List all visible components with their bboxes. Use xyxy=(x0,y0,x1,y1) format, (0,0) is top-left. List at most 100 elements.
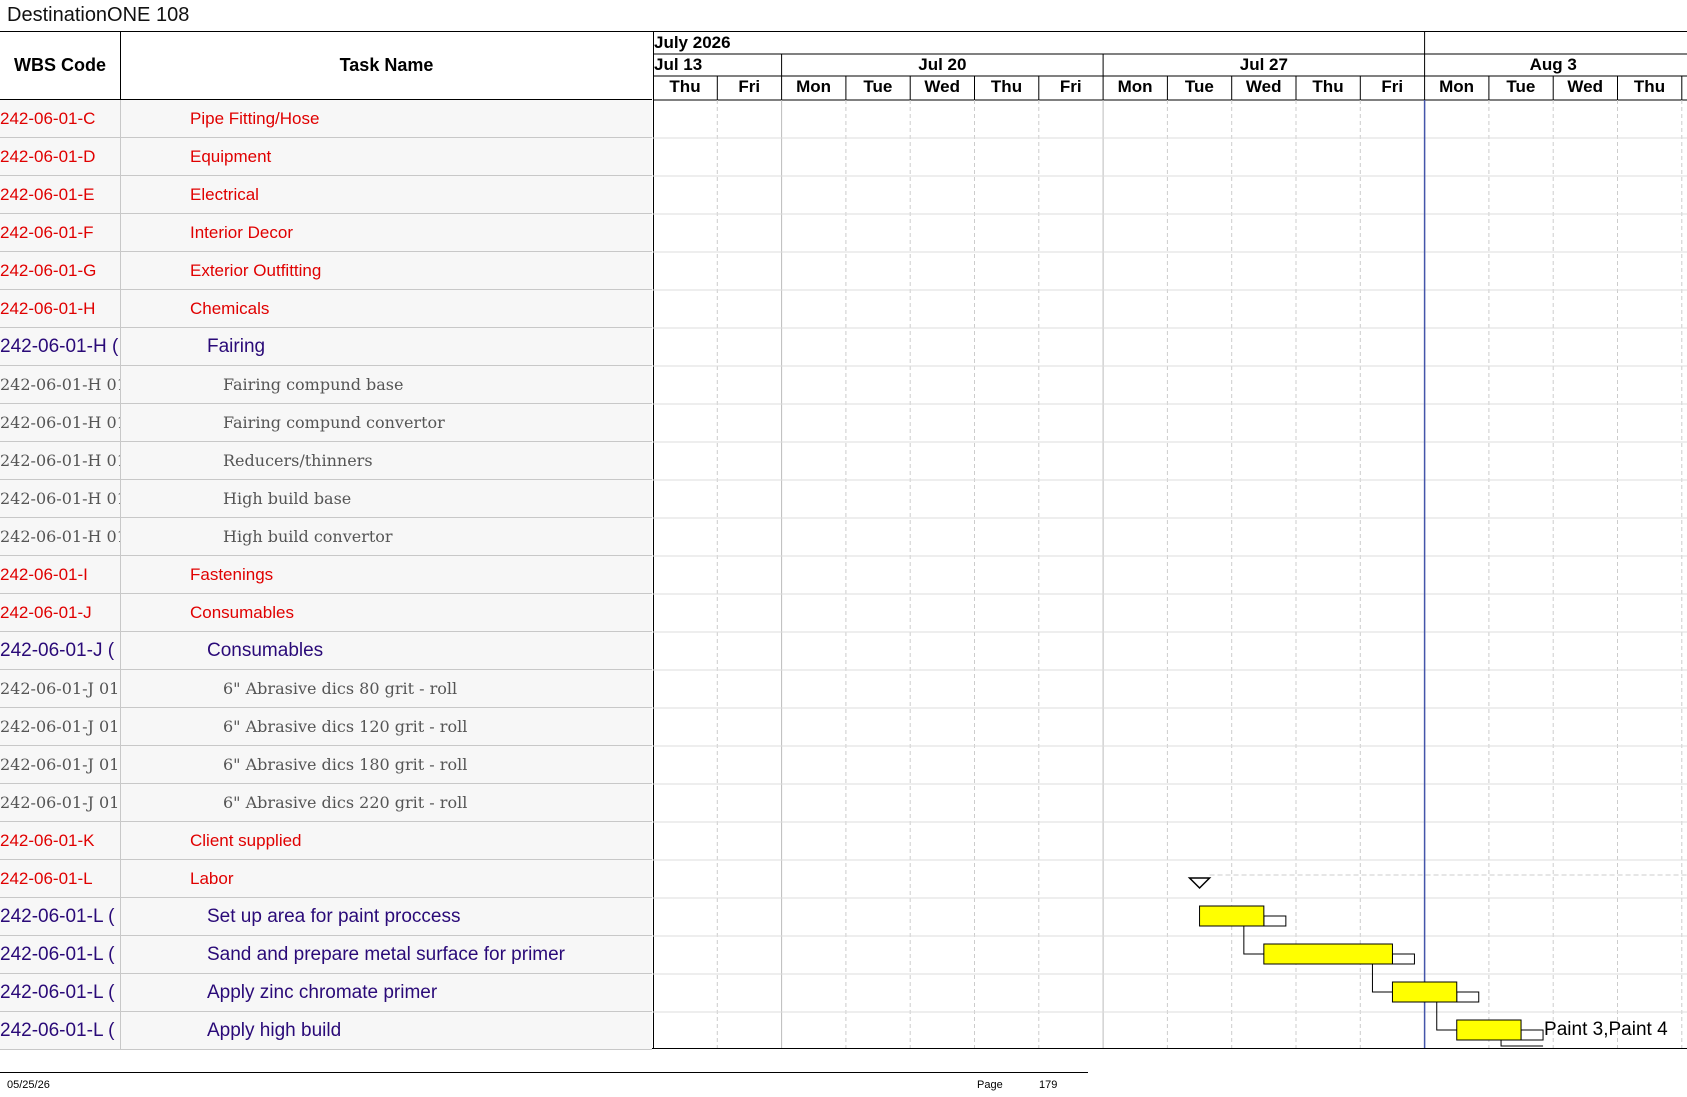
task-link-connector xyxy=(1520,1029,1544,1041)
task-name-cell: Fastenings xyxy=(190,565,274,584)
day-label: Thu xyxy=(990,77,1023,96)
task-row[interactable]: 242-06-01-J 01 6" Abrasive dics 180 grit … xyxy=(0,746,652,784)
footer-page-label: Page xyxy=(977,1079,1003,1091)
column-header-task-name[interactable]: Task Name xyxy=(121,32,652,100)
wbs-code-cell: 242-06-01-L ( xyxy=(0,936,121,973)
day-label: Wed xyxy=(1567,77,1603,96)
wbs-code-cell: 242-06-01-J 01 xyxy=(0,746,121,783)
wbs-code-cell: 242-06-01-J ( xyxy=(0,632,121,669)
task-bar xyxy=(1391,981,1458,1003)
dependency-arrow xyxy=(1436,1002,1457,1031)
task-row[interactable]: 242-06-01-J 01 6" Abrasive dics 220 grit … xyxy=(0,784,652,822)
day-label: Tue xyxy=(1506,77,1536,96)
task-bar xyxy=(1456,1019,1522,1041)
task-row[interactable]: 242-06-01-H 01 High build base xyxy=(0,480,652,518)
gantt-canvas xyxy=(653,32,1687,1048)
wbs-code-cell: 242-06-01-J 01 xyxy=(0,670,121,707)
task-row[interactable]: 242-06-01-H 01 Fairing compund convertor xyxy=(0,404,652,442)
task-row[interactable]: 242-06-01-J 01 6" Abrasive dics 80 grit -… xyxy=(0,670,652,708)
task-name-cell: Set up area for paint proccess xyxy=(207,906,461,927)
task-name-cell: Client supplied xyxy=(190,831,302,850)
task-row[interactable]: 242-06-01-H Chemicals xyxy=(0,290,652,328)
task-name-cell: 6" Abrasive dics 120 grit - roll xyxy=(223,717,468,736)
task-row[interactable]: 242-06-01-L ( Set up area for paint procc… xyxy=(0,898,652,936)
task-row[interactable]: 242-06-01-H 01 Fairing compund base xyxy=(0,366,652,404)
document-title: DestinationONE 108 xyxy=(7,4,190,26)
task-row[interactable]: 242-06-01-F Interior Decor xyxy=(0,214,652,252)
task-row[interactable]: 242-06-01-L Labor xyxy=(0,860,652,898)
footer-page-number: 179 xyxy=(1039,1079,1058,1091)
task-row[interactable]: 242-06-01-E Electrical xyxy=(0,176,652,214)
dependency-arrow xyxy=(1500,1040,1544,1047)
task-rows: 242-06-01-C Pipe Fitting/Hose 242-06-01-D E… xyxy=(0,100,652,1050)
task-name-cell: Electrical xyxy=(190,185,259,204)
day-label: Thu xyxy=(669,77,701,96)
day-label: Thu xyxy=(1312,77,1344,96)
task-row[interactable]: 242-06-01-I Fastenings xyxy=(0,556,652,594)
wbs-code-cell: 242-06-01-I xyxy=(0,556,121,593)
day-label: Mon xyxy=(1439,77,1475,96)
wbs-code-cell: 242-06-01-J 01 xyxy=(0,784,121,821)
task-row[interactable]: 242-06-01-H 01 Reducers/thinners xyxy=(0,442,652,480)
task-row[interactable]: 242-06-01-J (Consumables xyxy=(0,632,652,670)
wbs-code-cell: 242-06-01-H 01 xyxy=(0,480,121,517)
task-row[interactable]: 242-06-01-L ( Apply high build xyxy=(0,1012,652,1050)
task-row[interactable]: 242-06-01-L ( Apply zinc chromate primer xyxy=(0,974,652,1012)
task-link-connector xyxy=(1263,915,1287,927)
wbs-code-cell: 242-06-01-F xyxy=(0,214,121,251)
task-name-cell: Pipe Fitting/Hose xyxy=(190,109,320,128)
day-label: Tue xyxy=(1184,77,1214,96)
task-link-connector xyxy=(1391,953,1415,965)
task-row[interactable]: 242-06-01-J 01 6" Abrasive dics 120 grit … xyxy=(0,708,652,746)
task-row[interactable]: 242-06-01-D Equipment xyxy=(0,138,652,176)
wbs-code-cell: 242-06-01-H 01 xyxy=(0,366,121,403)
day-label: Wed xyxy=(924,77,960,96)
wbs-code-cell: 242-06-01-D xyxy=(0,138,121,175)
day-label: Fri xyxy=(1381,77,1404,96)
week-label: Jul 20 xyxy=(918,55,967,74)
gantt-chart: July 2026 Jul 13 Jul 20 Jul 27 Aug 3 Thu Fri M… xyxy=(653,31,1687,1049)
task-name-cell: Exterior Outfitting xyxy=(190,261,322,280)
day-label: Fri xyxy=(1059,77,1082,96)
day-label: Fri xyxy=(738,77,761,96)
task-row[interactable]: 242-06-01-K Client supplied xyxy=(0,822,652,860)
wbs-code-cell: 242-06-01-H 01 xyxy=(0,518,121,555)
task-row[interactable]: 242-06-01-H 01 High build convertor xyxy=(0,518,652,556)
wbs-code-cell: 242-06-01-J 01 xyxy=(0,708,121,745)
wbs-code-cell: 242-06-01-L ( xyxy=(0,1012,121,1049)
task-bar xyxy=(1263,943,1393,965)
wbs-code-cell: 242-06-01-K xyxy=(0,822,121,859)
wbs-code-cell: 242-06-01-E xyxy=(0,176,121,213)
task-name-cell: Labor xyxy=(190,869,234,888)
day-label: Tue xyxy=(863,77,893,96)
task-row[interactable]: 242-06-01-L ( Sand and prepare metal surf… xyxy=(0,936,652,974)
timescale-month: July 2026 xyxy=(654,33,731,52)
task-name-cell: Interior Decor xyxy=(190,223,293,242)
task-row[interactable]: 242-06-01-G Exterior Outfitting xyxy=(0,252,652,290)
wbs-code-cell: 242-06-01-G xyxy=(0,252,121,289)
summary-task-marker xyxy=(1187,877,1212,890)
task-name-cell: High build base xyxy=(223,489,352,508)
wbs-code-cell: 242-06-01-J xyxy=(0,594,121,631)
task-row[interactable]: 242-06-01-H (Fairing xyxy=(0,328,652,366)
task-row[interactable]: 242-06-01-C Pipe Fitting/Hose xyxy=(0,100,652,138)
task-name-cell: 6" Abrasive dics 220 grit - roll xyxy=(223,793,468,812)
wbs-code-cell: 242-06-01-L ( xyxy=(0,974,121,1011)
week-label: Jul 27 xyxy=(1239,55,1288,74)
column-header-wbs[interactable]: WBS Code xyxy=(0,32,121,100)
week-label: Jul 13 xyxy=(654,55,703,74)
day-label: Mon xyxy=(1117,77,1153,96)
task-name-cell: Chemicals xyxy=(190,299,270,318)
wbs-code-cell: 242-06-01-L ( xyxy=(0,898,121,935)
task-name-cell: Fairing compund base xyxy=(223,375,404,394)
task-name-cell: Reducers/thinners xyxy=(223,451,373,470)
task-row[interactable]: 242-06-01-J Consumables xyxy=(0,594,652,632)
day-label: Wed xyxy=(1245,77,1282,96)
task-bar xyxy=(1199,905,1265,927)
task-name-cell: Apply zinc chromate primer xyxy=(207,982,438,1003)
wbs-code-cell: 242-06-01-L xyxy=(0,860,121,897)
task-name-cell: Sand and prepare metal surface for prime… xyxy=(207,944,566,965)
task-name-cell: Apply high build xyxy=(207,1020,342,1041)
task-table: WBS Code Task Name 242-06-01-C Pipe Fitti… xyxy=(0,31,654,1050)
task-name-cell: 6" Abrasive dics 80 grit - roll xyxy=(223,679,458,698)
